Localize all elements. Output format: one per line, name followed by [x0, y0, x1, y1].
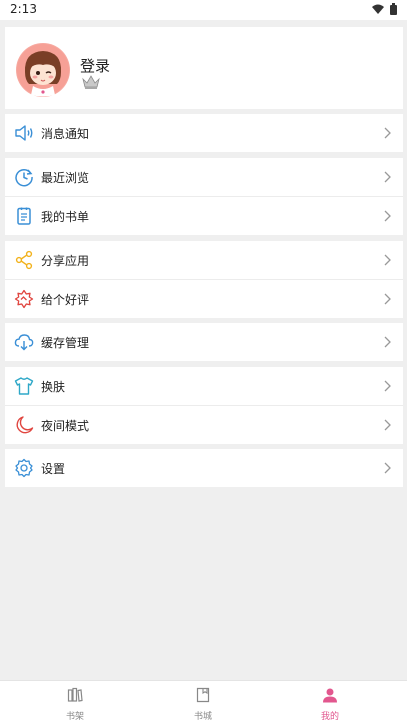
tab-label-bookshelf: 书架 [65, 712, 84, 722]
share-icon [15, 250, 33, 270]
menu-label-settings: 设置 [41, 462, 66, 476]
menu-label-share: 分享应用 [41, 254, 90, 268]
tab-bookshelf[interactable]: 书架 [45, 687, 105, 722]
chevron-right-icon [384, 254, 391, 266]
status-icons [372, 3, 397, 15]
menu-label-rate: 给个好评 [41, 293, 90, 307]
chevron-right-icon [384, 462, 391, 474]
menu-label-notify: 消息通知 [41, 127, 90, 141]
status-bar: 2:13 [0, 0, 407, 20]
chevron-right-icon [384, 336, 391, 348]
chevron-right-icon [384, 419, 391, 431]
crown-icon [82, 75, 100, 89]
chevron-right-icon [384, 210, 391, 222]
tab-mine[interactable]: 我的 [300, 687, 360, 722]
menu-item-recent[interactable]: 最近浏览 [5, 158, 403, 196]
bookstore-icon [196, 687, 210, 703]
list-icon [17, 207, 31, 225]
menu-group-cache: 缓存管理 [5, 323, 403, 361]
login-label[interactable]: 登录 [80, 55, 110, 76]
chevron-right-icon [384, 380, 391, 392]
menu-item-night[interactable]: 夜间模式 [5, 405, 403, 444]
menu-group-appearance: 换肤 夜间模式 [5, 367, 403, 444]
menu-label-night: 夜间模式 [41, 419, 90, 433]
menu-item-rate[interactable]: 给个好评 [5, 279, 403, 318]
menu-item-notify[interactable]: 消息通知 [5, 114, 403, 152]
cloud-download-icon [14, 334, 34, 351]
tab-label-mine: 我的 [320, 712, 339, 722]
menu-item-cache[interactable]: 缓存管理 [5, 323, 403, 361]
rating-badge-icon [14, 289, 34, 309]
menu-label-booklist: 我的书单 [41, 210, 90, 224]
user-icon [323, 688, 337, 703]
speaker-icon [15, 125, 33, 141]
menu-item-share[interactable]: 分享应用 [5, 241, 403, 279]
menu-label-cache: 缓存管理 [41, 336, 90, 350]
avatar[interactable] [15, 42, 71, 98]
menu-item-skin[interactable]: 换肤 [5, 367, 403, 405]
menu-group-social: 分享应用 给个好评 [5, 241, 403, 318]
menu-group-reading: 最近浏览 我的书单 [5, 158, 403, 235]
bottom-tab-bar: 书架 书城 我的 [0, 680, 407, 725]
wifi-icon [372, 4, 384, 14]
menu-label-recent: 最近浏览 [41, 171, 90, 185]
tshirt-icon [14, 377, 34, 395]
gear-icon [15, 458, 33, 478]
tab-bookstore[interactable]: 书城 [173, 687, 233, 722]
battery-icon [390, 3, 397, 15]
moon-icon [16, 416, 34, 434]
tab-label-bookstore: 书城 [193, 712, 212, 722]
chevron-right-icon [384, 127, 391, 139]
bookshelf-icon [67, 687, 83, 702]
menu-group-settings: 设置 [5, 449, 403, 487]
status-time: 2:13 [10, 2, 37, 16]
menu-item-booklist[interactable]: 我的书单 [5, 196, 403, 235]
history-icon [15, 168, 33, 187]
menu-group-notify: 消息通知 [5, 114, 403, 152]
profile-header[interactable]: 登录 [5, 27, 403, 109]
chevron-right-icon [384, 293, 391, 305]
menu-item-settings[interactable]: 设置 [5, 449, 403, 487]
menu-label-skin: 换肤 [41, 380, 66, 394]
chevron-right-icon [384, 171, 391, 183]
